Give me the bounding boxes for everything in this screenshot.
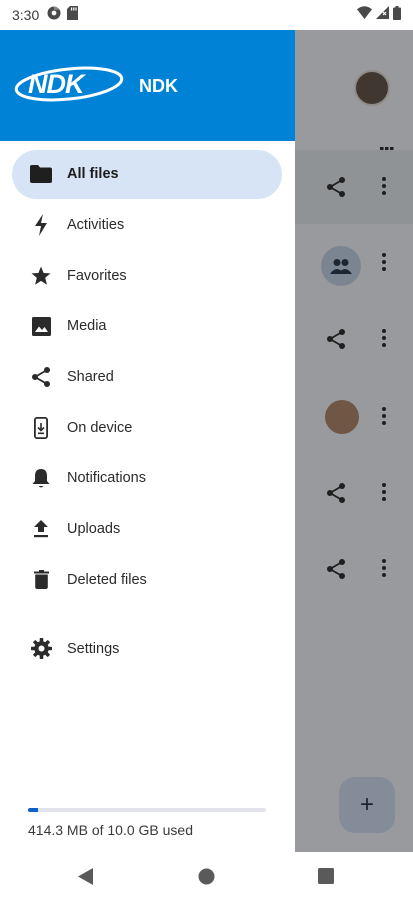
drawer-nav: All files Activities Favorites Media Sha…: [0, 149, 295, 674]
signal-icon: [376, 6, 389, 24]
nav-label: Activities: [67, 217, 125, 234]
svg-text:NDK: NDK: [28, 69, 87, 99]
nav-label: Deleted files: [67, 571, 147, 588]
nav-item-shared[interactable]: Shared: [0, 352, 295, 403]
nav-item-all-files[interactable]: All files: [0, 149, 295, 200]
image-icon: [29, 314, 53, 338]
phone-download-icon: [29, 416, 53, 440]
system-nav-bar: [0, 852, 413, 900]
nav-label: Favorites: [67, 267, 127, 284]
nav-label: On device: [67, 419, 133, 436]
gear-icon: [29, 637, 53, 661]
wifi-icon: [357, 6, 372, 24]
brand-name: NDK: [139, 76, 178, 96]
nav-item-activities[interactable]: Activities: [0, 200, 295, 251]
brand-logo: NDK: [14, 64, 124, 109]
sd-card-icon: [67, 5, 79, 25]
trash-icon: [29, 568, 53, 592]
nav-item-uploads[interactable]: Uploads: [0, 504, 295, 555]
status-bar: 3:30: [0, 0, 413, 30]
navigation-drawer: NDK NDK All files Activities Favorites M…: [0, 30, 295, 852]
storage-progress-track: [28, 808, 266, 812]
storage-used-text: 414.3 MB of 10.0 GB used: [28, 822, 193, 838]
upload-icon: [29, 517, 53, 541]
chrome-icon: [47, 6, 61, 25]
status-time: 3:30: [12, 7, 40, 23]
nav-item-on-device[interactable]: On device: [0, 402, 295, 453]
home-icon[interactable]: [198, 868, 215, 890]
folder-icon: [29, 162, 53, 186]
nav-item-deleted-files[interactable]: Deleted files: [0, 555, 295, 606]
nav-item-media[interactable]: Media: [0, 301, 295, 352]
nav-item-favorites[interactable]: Favorites: [0, 250, 295, 301]
lightning-icon: [29, 213, 53, 237]
bell-icon: [29, 466, 53, 490]
storage-usage: 414.3 MB of 10.0 GB used: [28, 808, 266, 838]
nav-label: All files: [67, 166, 119, 183]
nav-label: Shared: [67, 369, 114, 386]
nav-label: Media: [67, 318, 107, 335]
storage-progress-fill: [28, 808, 38, 812]
star-icon: [29, 264, 53, 288]
recents-icon[interactable]: [318, 868, 334, 889]
nav-label: Uploads: [67, 521, 121, 538]
nav-label: Settings: [67, 640, 120, 657]
drawer-header: NDK NDK: [0, 30, 295, 141]
nav-item-notifications[interactable]: Notifications: [0, 453, 295, 504]
battery-icon: [393, 5, 401, 25]
back-icon[interactable]: [78, 868, 94, 890]
share-icon: [29, 365, 53, 389]
nav-item-settings[interactable]: Settings: [0, 623, 295, 674]
nav-label: Notifications: [67, 470, 146, 487]
